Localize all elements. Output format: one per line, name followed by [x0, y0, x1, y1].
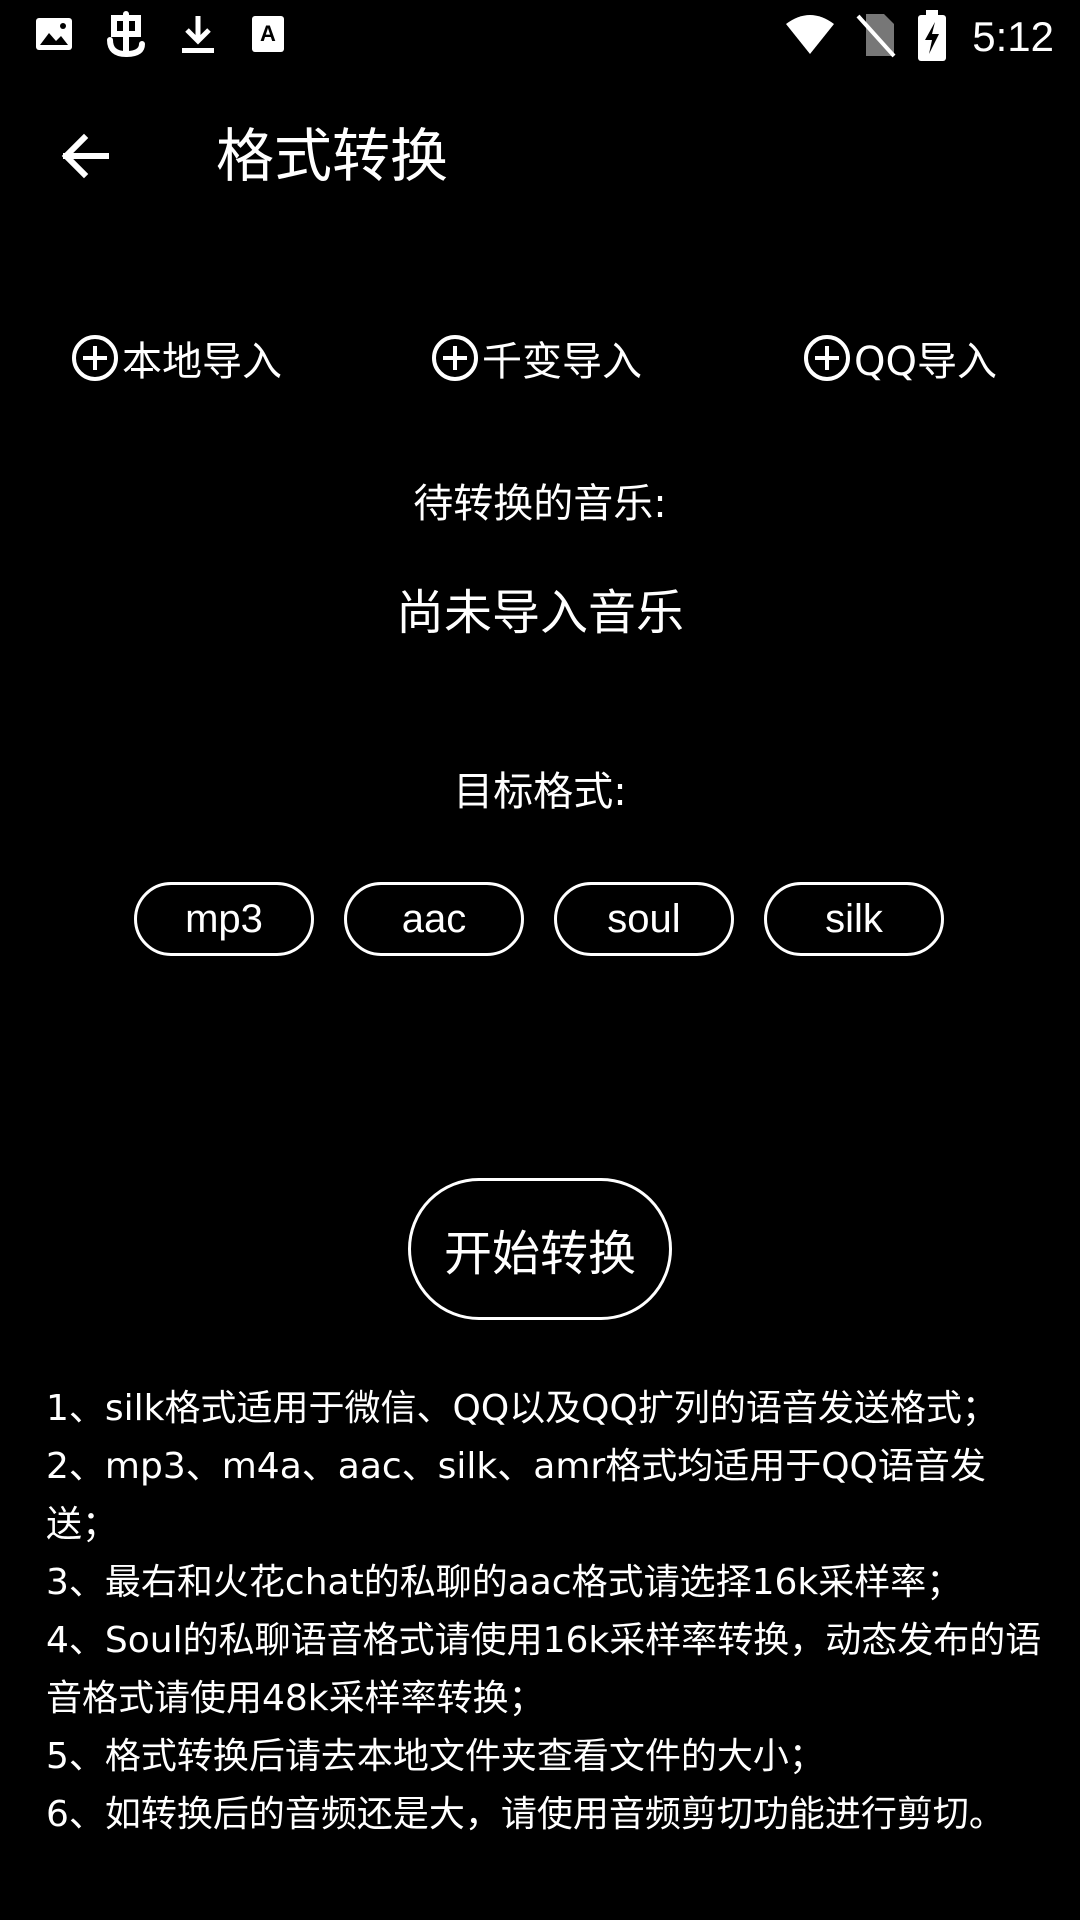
- battery-charging-icon: [918, 10, 946, 61]
- qq-import-label: QQ导入: [854, 339, 997, 385]
- format-chip-silk[interactable]: silk: [764, 882, 944, 956]
- import-buttons-row: 本地导入 千变导入 QQ导入: [0, 322, 1080, 394]
- add-circle-icon: [72, 335, 118, 381]
- back-button[interactable]: [40, 112, 128, 200]
- format-chip-aac[interactable]: aac: [344, 882, 524, 956]
- format-chip-mp3[interactable]: mp3: [134, 882, 314, 956]
- svg-text:A: A: [260, 21, 276, 46]
- note-item: 1、silk格式适用于微信、QQ以及QQ扩列的语音发送格式；: [46, 1388, 998, 1429]
- status-bar: A 5:12: [0, 0, 1080, 72]
- usage-notes: 1、silk格式适用于微信、QQ以及QQ扩列的语音发送格式； 2、mp3、m4a…: [46, 1380, 1042, 1844]
- local-import-label: 本地导入: [122, 339, 282, 385]
- image-icon: [36, 18, 72, 50]
- note-item: 2、mp3、m4a、aac、silk、amr格式均适用于QQ语音发送；: [46, 1446, 986, 1545]
- format-convert-screen: A 5:12 格式转换 本地导入 千变导入 QQ导入 待转换的音乐: 尚未导入音…: [0, 0, 1080, 1920]
- add-circle-icon: [804, 335, 850, 381]
- start-convert-button[interactable]: 开始转换: [408, 1178, 672, 1320]
- wifi-icon: [786, 15, 834, 54]
- page-title: 格式转换: [216, 122, 449, 190]
- qq-import-button[interactable]: QQ导入: [802, 322, 997, 394]
- no-sim-icon: [856, 14, 896, 58]
- format-chip-soul[interactable]: soul: [554, 882, 734, 956]
- local-import-button[interactable]: 本地导入: [70, 322, 282, 394]
- note-item: 5、格式转换后请去本地文件夹查看文件的大小；: [46, 1736, 825, 1777]
- source-music-label: 待转换的音乐:: [413, 481, 667, 527]
- format-chip-group: mp3 aac soul silk: [0, 882, 1080, 956]
- note-item: 3、最右和火花chat的私聊的aac格式请选择16k采样率；: [46, 1562, 963, 1603]
- app-notification-icon: [107, 11, 145, 58]
- arrow-back-icon: [61, 133, 109, 179]
- status-time: 5:12: [972, 13, 1054, 60]
- note-item: 4、Soul的私聊语音格式请使用16k采样率转换，动态发布的语音格式请使用48k…: [46, 1620, 1042, 1719]
- qianbian-import-label: 千变导入: [482, 339, 642, 385]
- download-icon: [182, 16, 214, 53]
- source-music-value: 尚未导入音乐: [395, 585, 684, 641]
- text-app-icon: A: [252, 16, 284, 52]
- app-bar: 格式转换: [0, 72, 1080, 240]
- note-item: 6、如转换后的音频还是大，请使用音频剪切功能进行剪切。: [46, 1794, 1005, 1835]
- qianbian-import-button[interactable]: 千变导入: [430, 322, 642, 394]
- add-circle-icon: [432, 335, 478, 381]
- target-format-label: 目标格式:: [453, 769, 627, 815]
